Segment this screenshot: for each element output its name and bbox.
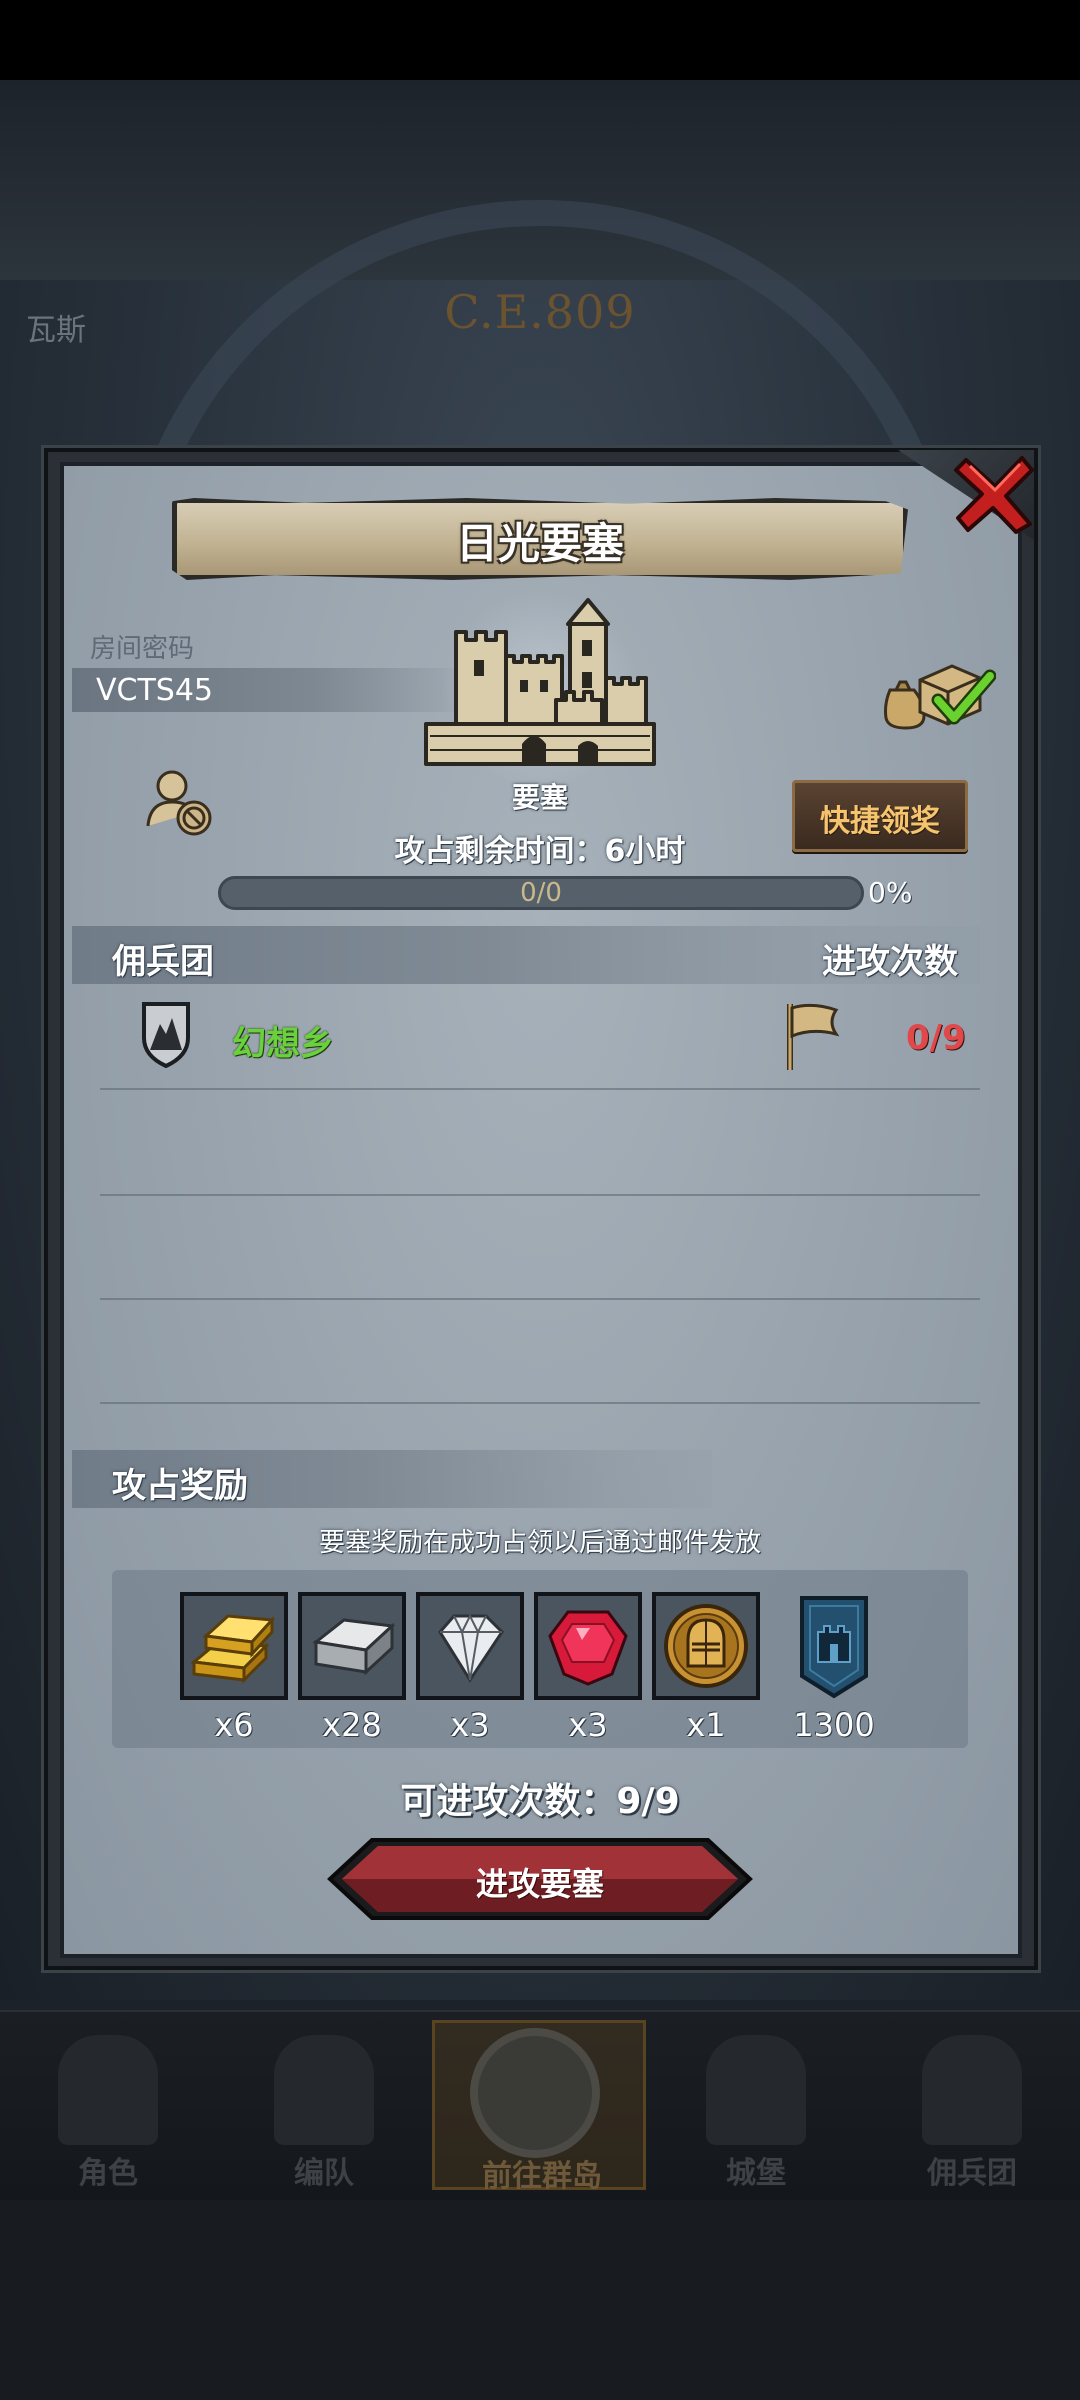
mercenary-emblem-icon — [140, 1000, 192, 1069]
nav-mercenary[interactable]: 佣兵团 — [872, 2020, 1072, 2191]
row-divider — [100, 1402, 980, 1404]
remaining-attacks: 可进攻次数：9/9 — [400, 1781, 680, 1822]
room-code-label: 房间密码 — [90, 634, 195, 664]
castle-icon — [706, 2035, 806, 2145]
rewards-note: 要塞奖励在成功占领以后通过邮件发放 — [318, 1528, 761, 1558]
reward-iron-ingot[interactable] — [298, 1592, 406, 1700]
iron-ingot-icon — [302, 1596, 402, 1696]
row-divider — [100, 1298, 980, 1300]
city-name-fragment: 瓦斯 — [26, 313, 86, 348]
room-code-value: VCTS45 — [96, 673, 214, 708]
reward-qty: x3 — [568, 1706, 608, 1744]
fortress-castle-icon — [418, 596, 662, 768]
mercenary-section-title: 佣兵团 — [112, 942, 214, 982]
fortress-banner-icon — [800, 1596, 868, 1699]
nav-formation[interactable]: 编队 — [224, 2020, 424, 2191]
gold-bars-icon — [184, 1596, 284, 1696]
reward-qty: x28 — [322, 1706, 382, 1744]
fortress-type-label: 要塞 — [511, 781, 568, 814]
reward-diamond[interactable] — [416, 1592, 524, 1700]
nav-castle[interactable]: 城堡 — [656, 2020, 856, 2191]
quick-claim-label: 快捷领奖 — [820, 804, 940, 839]
reward-fortress-points[interactable] — [780, 1592, 888, 1700]
rewards-section-title: 攻占奖励 — [112, 1466, 248, 1506]
close-button[interactable] — [952, 450, 1038, 536]
loot-claimed-icon[interactable] — [876, 660, 997, 730]
attack-fortress-button[interactable] — [326, 1836, 754, 1922]
status-bar — [0, 0, 1080, 80]
reward-helmet-coin[interactable] — [652, 1592, 760, 1700]
reward-ruby[interactable] — [534, 1592, 642, 1700]
row-divider — [100, 1194, 980, 1196]
close-icon — [954, 456, 1034, 534]
knight-icon — [58, 2035, 158, 2145]
flag-icon — [784, 1000, 840, 1072]
tower-icon — [922, 2035, 1022, 2145]
era-label: C.E.809 — [444, 285, 636, 339]
reward-qty: x6 — [214, 1706, 254, 1744]
attack-button-frame — [327, 1838, 753, 1920]
capture-time-remaining: 攻占剩余时间：6小时 — [394, 834, 686, 869]
attack-count-header: 进攻次数 — [822, 942, 958, 982]
armored-knight-icon — [274, 2035, 374, 2145]
compass-icon — [470, 2028, 600, 2158]
mercenary-attack-count: 0/9 — [906, 1018, 966, 1058]
dialog-title: 日光要塞 — [455, 519, 624, 568]
reward-qty: x3 — [450, 1706, 490, 1744]
reward-qty: 1300 — [793, 1706, 875, 1744]
no-player-icon — [144, 766, 216, 838]
reward-gold-bars[interactable] — [180, 1592, 288, 1700]
diamond-icon — [420, 1596, 520, 1696]
mercenary-name[interactable]: 幻想乡 — [232, 1016, 334, 1065]
nav-islands[interactable]: 前往群岛 — [432, 2020, 646, 2194]
reward-qty: x1 — [686, 1706, 726, 1744]
knight-helmet-coin-icon — [656, 1596, 756, 1696]
capture-progress-text: 0/0 — [520, 878, 562, 908]
ruby-icon — [538, 1596, 638, 1696]
capture-progress-percent: 0% — [868, 876, 913, 909]
row-divider — [100, 1088, 980, 1090]
nav-character[interactable]: 角色 — [8, 2020, 208, 2191]
bottom-safe-area — [0, 2200, 1080, 2400]
